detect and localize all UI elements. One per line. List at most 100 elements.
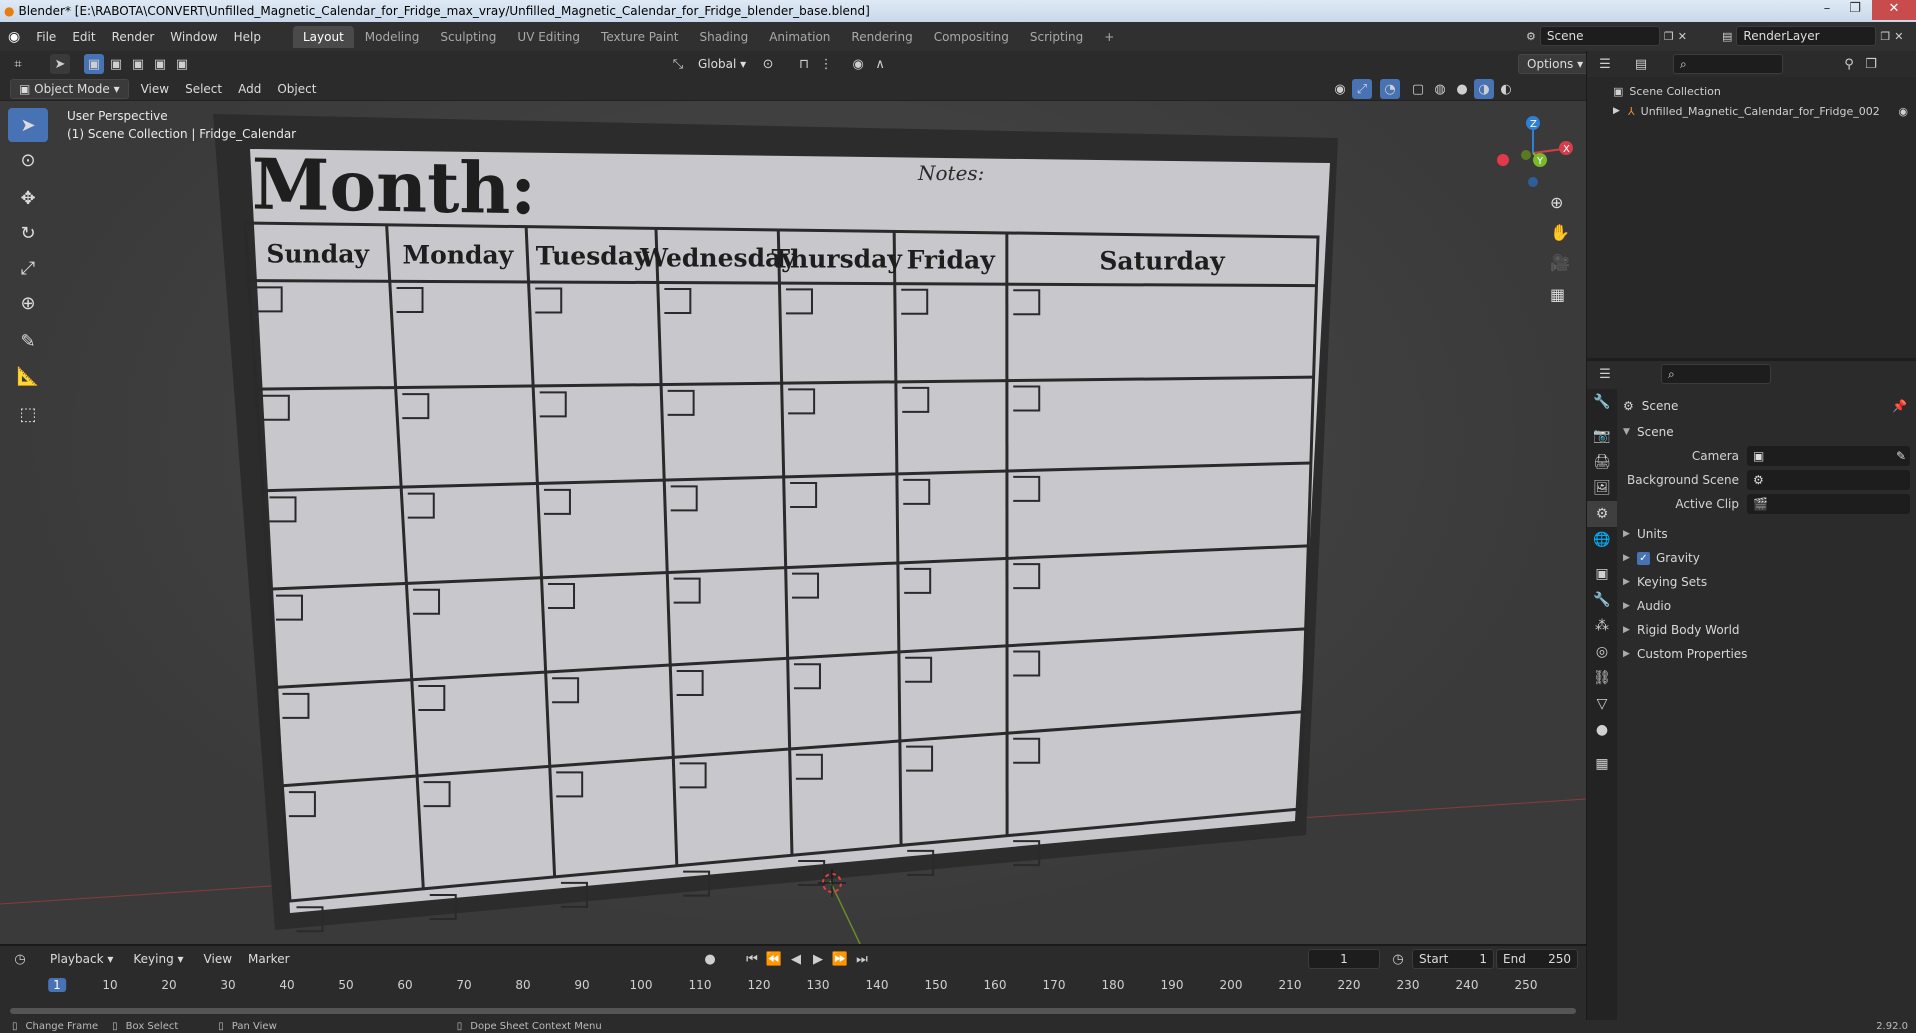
add-menu[interactable]: Add: [230, 82, 269, 96]
filter-icon[interactable]: ⚲: [1839, 54, 1859, 74]
tab-sculpting[interactable]: Sculpting: [430, 26, 506, 48]
expand-arrow-icon[interactable]: ▶: [1613, 106, 1620, 116]
select-mode-new-icon[interactable]: ▣: [84, 54, 104, 74]
rendered-shading-icon[interactable]: ◐: [1496, 79, 1516, 99]
tab-shading[interactable]: Shading: [689, 26, 758, 48]
transform-tool-icon[interactable]: ⊕: [8, 286, 48, 320]
remove-scene-icon[interactable]: ✕: [1678, 30, 1687, 43]
material-shading-icon[interactable]: ◑: [1474, 79, 1494, 99]
pivot-point-icon[interactable]: ⊙: [758, 54, 778, 74]
select-cursor-icon[interactable]: ➤: [50, 54, 70, 74]
outliner-row-object[interactable]: ▶ ⅄ Unfilled_Magnetic_Calendar_for_Fridg…: [1587, 101, 1916, 121]
transform-orientation-icon[interactable]: ⤡: [668, 54, 688, 74]
ortho-toggle-icon[interactable]: ▦: [1550, 285, 1565, 304]
tab-texture-paint[interactable]: Texture Paint: [591, 26, 688, 48]
snap-icon[interactable]: ⊓: [794, 54, 814, 74]
tab-scripting[interactable]: Scripting: [1020, 26, 1093, 48]
object-tab-icon[interactable]: ▣: [1587, 561, 1617, 587]
transform-orientation-dropdown[interactable]: Global ▾: [690, 54, 754, 74]
snap-increment-icon[interactable]: ⋮: [816, 54, 836, 74]
select-box-tool-icon[interactable]: ➤: [8, 108, 48, 142]
falloff-icon[interactable]: ∧: [870, 54, 890, 74]
solid-shading-icon[interactable]: ●: [1452, 79, 1472, 99]
gravity-panel[interactable]: ▶ ✓ Gravity: [1623, 547, 1913, 569]
select-mode-invert-icon[interactable]: ▣: [150, 54, 170, 74]
physics-tab-icon[interactable]: ◎: [1587, 639, 1617, 665]
proportional-edit-icon[interactable]: ◉: [848, 54, 868, 74]
render-layer-selector[interactable]: RenderLayer: [1736, 26, 1877, 46]
gizmo-toggle-icon[interactable]: ⤢: [1352, 79, 1372, 99]
pin-icon[interactable]: 📌: [1892, 399, 1907, 413]
maximize-button[interactable]: ❐: [1842, 0, 1868, 20]
audio-panel[interactable]: ▶ Audio: [1623, 595, 1913, 617]
menu-help[interactable]: Help: [226, 30, 269, 44]
tab-animation[interactable]: Animation: [759, 26, 840, 48]
outliner-search-input[interactable]: ⌕: [1673, 54, 1783, 74]
zoom-icon[interactable]: ⊕: [1550, 193, 1563, 212]
camera-field[interactable]: ▣ ✎: [1747, 446, 1910, 466]
new-layer-icon[interactable]: ❐: [1880, 30, 1890, 43]
particles-tab-icon[interactable]: ⁂: [1587, 613, 1617, 639]
remove-layer-icon[interactable]: ✕: [1894, 30, 1903, 43]
object-menu[interactable]: Object: [269, 82, 324, 96]
eyedropper-icon[interactable]: ✎: [1896, 449, 1906, 463]
camera-view-icon[interactable]: 🎥: [1550, 253, 1570, 272]
blender-menu-icon[interactable]: ◉: [0, 29, 28, 45]
annotate-tool-icon[interactable]: ✎: [8, 324, 48, 358]
tab-compositing[interactable]: Compositing: [924, 26, 1019, 48]
outliner-row-scene-collection[interactable]: ▣ Scene Collection: [1587, 81, 1916, 101]
navigation-gizmo[interactable]: Z X Y: [1488, 109, 1578, 189]
move-tool-icon[interactable]: ✥: [8, 181, 48, 215]
xray-icon[interactable]: ▢: [1408, 79, 1428, 99]
overlays-icon[interactable]: ◔: [1380, 79, 1400, 99]
units-panel[interactable]: ▶ Units: [1623, 523, 1913, 545]
menu-window[interactable]: Window: [162, 30, 225, 44]
constraints-tab-icon[interactable]: ⛓: [1587, 665, 1617, 691]
keying-sets-panel[interactable]: ▶ Keying Sets: [1623, 571, 1913, 593]
add-cube-tool-icon[interactable]: ⬚: [8, 397, 48, 431]
scene-icon[interactable]: ⚙: [1526, 30, 1536, 43]
new-collection-icon[interactable]: ❐: [1861, 54, 1881, 74]
close-button[interactable]: ✕: [1872, 0, 1916, 20]
pan-hand-icon[interactable]: ✋: [1550, 223, 1570, 242]
rigid-body-world-panel[interactable]: ▶ Rigid Body World: [1623, 619, 1913, 641]
scale-tool-icon[interactable]: ⤢: [8, 251, 48, 285]
scene-section-header[interactable]: ▼ Scene: [1623, 421, 1913, 443]
tab-modeling[interactable]: Modeling: [355, 26, 430, 48]
select-mode-extend-icon[interactable]: ▣: [106, 54, 126, 74]
scene-selector[interactable]: Scene: [1539, 26, 1660, 46]
outliner-editor-icon[interactable]: ☰: [1595, 54, 1615, 74]
gravity-checkbox[interactable]: ✓: [1637, 551, 1650, 565]
menu-render[interactable]: Render: [104, 30, 163, 44]
background-scene-field[interactable]: ⚙: [1747, 470, 1910, 490]
select-menu[interactable]: Select: [177, 82, 230, 96]
material-tab-icon[interactable]: ●: [1587, 717, 1617, 743]
cursor-tool-icon[interactable]: ⊙: [8, 143, 48, 177]
modifier-tab-icon[interactable]: 🔧: [1587, 587, 1617, 613]
data-tab-icon[interactable]: ▽: [1587, 691, 1617, 717]
menu-edit[interactable]: Edit: [64, 30, 103, 44]
new-scene-icon[interactable]: ❐: [1664, 30, 1674, 43]
menu-file[interactable]: File: [28, 30, 64, 44]
properties-editor-icon[interactable]: ☰: [1595, 364, 1615, 384]
display-mode-icon[interactable]: ▤: [1631, 54, 1651, 74]
timeline-ruler[interactable]: 1 10 20 30 40 50 60 70 80 90 100 110 120 130 140 150 160…: [0, 946, 1586, 1006]
custom-properties-panel[interactable]: ▶ Custom Properties: [1623, 643, 1913, 665]
tab-uv-editing[interactable]: UV Editing: [507, 26, 590, 48]
wireframe-shading-icon[interactable]: ◍: [1430, 79, 1450, 99]
view-menu[interactable]: View: [133, 82, 177, 96]
timeline-scrollbar[interactable]: [10, 1008, 1576, 1014]
world-tab-icon[interactable]: 🌐: [1587, 527, 1617, 553]
visibility-icon[interactable]: ◉: [1330, 79, 1350, 99]
3d-viewport[interactable]: Month: Notes: Sunday Monday Tuesday Wednesd…: [0, 101, 1586, 944]
tool-tab-icon[interactable]: 🔧: [1587, 389, 1617, 415]
minimize-button[interactable]: –: [1814, 0, 1840, 20]
add-workspace-button[interactable]: +: [1094, 26, 1124, 48]
eye-visibility-icon[interactable]: ◉: [1898, 105, 1908, 118]
options-dropdown[interactable]: Options ▾: [1518, 54, 1593, 74]
properties-search-input[interactable]: ⌕: [1661, 364, 1771, 384]
measure-tool-icon[interactable]: 📐: [8, 359, 48, 393]
tab-rendering[interactable]: Rendering: [841, 26, 922, 48]
render-layer-icon[interactable]: ▤: [1722, 30, 1732, 43]
select-mode-subtract-icon[interactable]: ▣: [128, 54, 148, 74]
